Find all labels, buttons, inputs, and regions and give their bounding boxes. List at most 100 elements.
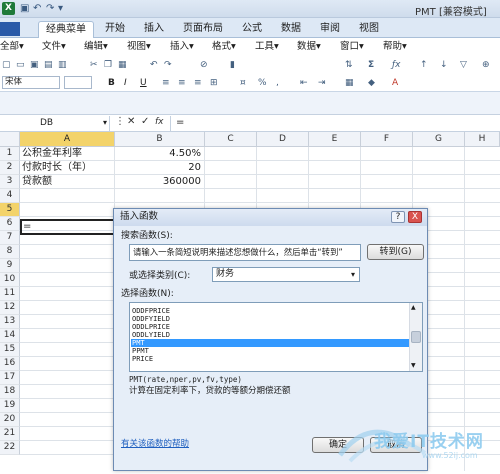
paste-icon[interactable]: ▦ [118,59,127,71]
bold-button[interactable]: B [108,77,115,89]
column-header-g[interactable]: G [413,132,465,147]
excel-logo-icon[interactable]: X [2,2,15,15]
function-item[interactable]: ODDFYIELD [131,315,410,323]
go-button[interactable]: 转到(G) [367,244,424,260]
row-header-4[interactable]: 4 [0,189,20,203]
column-header-f[interactable]: F [361,132,413,147]
category-select[interactable]: 财务 [212,267,360,282]
print-icon[interactable]: ▤ [44,59,53,71]
row-header-3[interactable]: 3 [0,175,20,189]
row-header-11[interactable]: 11 [0,287,20,301]
zoom-icon[interactable]: ⊕ [482,59,490,71]
merge-center-icon[interactable]: ⊞ [210,77,218,89]
filter-icon[interactable]: ▽ [460,59,467,71]
column-header-d[interactable]: D [257,132,309,147]
open-icon[interactable]: ▭ [16,59,25,71]
menu-window[interactable]: 窗口▾ [340,41,364,53]
insert-function-icon[interactable]: fx [155,117,164,127]
column-header-h[interactable]: H [465,132,500,147]
menu-tools[interactable]: 工具▾ [255,41,279,53]
function-list[interactable]: ODDFPRICE ODDFYIELD ODDLPRICE ODDLYIELD … [129,302,423,372]
qat-dropdown-icon[interactable]: ▾ [58,2,63,15]
dialog-help-button[interactable]: ? [391,211,405,223]
row-header-1[interactable]: 1 [0,147,20,161]
cell-b2[interactable]: 20 [115,161,201,175]
font-name-select[interactable]: 宋体 [2,76,60,89]
function-item[interactable]: PRICE [131,355,410,363]
fill-color-icon[interactable]: ◆ [368,77,375,89]
decrease-indent-icon[interactable]: ⇤ [300,77,308,89]
row-header-12[interactable]: 12 [0,301,20,315]
menu-format[interactable]: 格式▾ [212,41,236,53]
tab-classic-menu[interactable]: 经典菜单 [38,21,94,38]
menu-all[interactable]: 全部▾ [0,41,24,53]
underline-button[interactable]: U [140,77,147,89]
comma-style-icon[interactable]: , [276,77,279,89]
preview-icon[interactable]: ▥ [58,59,67,71]
new-icon[interactable]: ▢ [2,59,11,71]
scroll-up-icon[interactable]: ▲ [411,304,416,311]
category-dropdown-icon[interactable]: ▾ [347,268,359,281]
redo-icon[interactable]: ↷ [46,2,54,15]
tab-page-layout[interactable]: 页面布局 [175,21,231,38]
cell-a2[interactable]: 付款时长（年） [22,161,92,175]
name-box-dropdown-icon[interactable]: ▾ [103,118,107,127]
function-item[interactable]: ODDLPRICE [131,323,410,331]
font-size-select[interactable] [64,76,92,89]
row-header-15[interactable]: 15 [0,343,20,357]
formula-options-icon[interactable]: ⋮ [115,116,125,127]
function-list-scrollbar[interactable]: ▲ ▼ [409,303,422,371]
select-all-corner[interactable] [0,132,20,147]
currency-icon[interactable]: ¤ [240,77,246,89]
tab-insert[interactable]: 插入 [136,21,172,38]
function-item[interactable]: ODDFPRICE [131,307,410,315]
tab-review[interactable]: 审阅 [312,21,348,38]
save-icon[interactable]: ▣ [30,59,39,71]
row-header-14[interactable]: 14 [0,329,20,343]
row-header-21[interactable]: 21 [0,427,20,441]
increase-indent-icon[interactable]: ⇥ [318,77,326,89]
italic-button[interactable]: I [124,77,127,89]
column-header-b[interactable]: B [115,132,205,147]
menu-file[interactable]: 文件▾ [42,41,66,53]
row-header-2[interactable]: 2 [0,161,20,175]
row-header-5[interactable]: 5 [0,203,20,217]
sort-icon[interactable]: ⇅ [345,59,353,71]
row-header-8[interactable]: 8 [0,245,20,259]
function-item[interactable]: PPMT [131,347,410,355]
redo-icon[interactable]: ↷ [164,59,172,71]
autosum-icon[interactable]: Σ [368,59,374,71]
copy-icon[interactable]: ❐ [104,59,112,71]
column-header-e[interactable]: E [309,132,361,147]
align-left-icon[interactable]: ≡ [162,77,170,89]
file-tab[interactable] [0,22,20,36]
tab-formulas[interactable]: 公式 [234,21,270,38]
row-header-6[interactable]: 6 [0,217,20,231]
cell-b3[interactable]: 360000 [115,175,201,189]
sort-asc-icon[interactable]: ↑ [420,59,428,71]
row-header-20[interactable]: 20 [0,413,20,427]
row-header-9[interactable]: 9 [0,259,20,273]
formula-input[interactable]: = [176,117,184,128]
confirm-entry-icon[interactable]: ✓ [141,116,149,127]
tab-data[interactable]: 数据 [273,21,309,38]
cell-b1[interactable]: 4.50% [115,147,201,161]
tab-home[interactable]: 开始 [97,21,133,38]
function-item[interactable]: ODDLYIELD [131,331,410,339]
name-box[interactable]: DB [2,116,110,131]
cut-icon[interactable]: ✂ [90,59,98,71]
percent-icon[interactable]: % [258,77,267,89]
row-header-17[interactable]: 17 [0,371,20,385]
active-cell-a5[interactable]: = [20,219,115,235]
row-header-7[interactable]: 7 [0,231,20,245]
row-header-22[interactable]: 22 [0,441,20,455]
align-center-icon[interactable]: ≡ [178,77,186,89]
scrollbar-thumb[interactable] [411,331,421,343]
column-header-a[interactable]: A [20,132,115,147]
cell-a3[interactable]: 贷款额 [22,175,52,189]
insert-function-icon[interactable]: ƒx [392,59,401,71]
menu-edit[interactable]: 编辑▾ [84,41,108,53]
save-icon[interactable]: ▣ [20,2,29,15]
sort-desc-icon[interactable]: ↓ [440,59,448,71]
column-header-c[interactable]: C [205,132,257,147]
